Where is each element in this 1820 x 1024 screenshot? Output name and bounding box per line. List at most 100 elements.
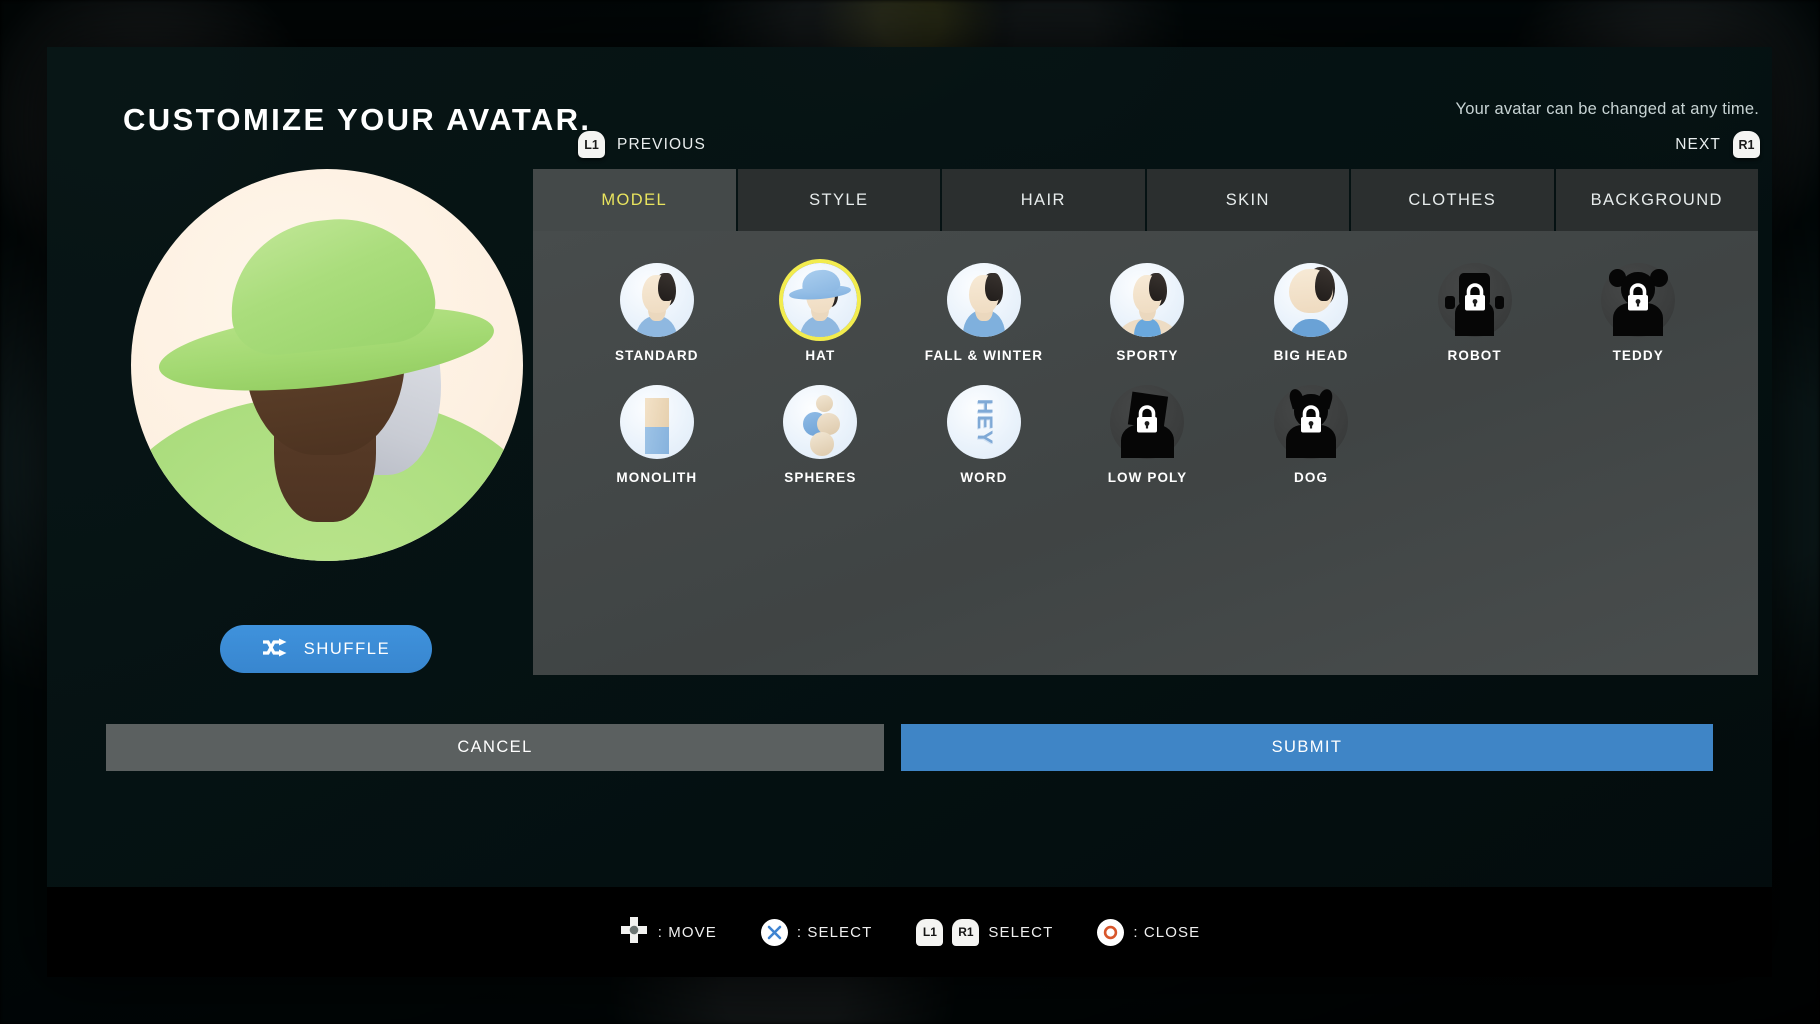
model-option-label: DOG bbox=[1294, 470, 1328, 485]
cross-button-icon bbox=[761, 919, 788, 946]
tab-label: BACKGROUND bbox=[1591, 191, 1723, 210]
model-option-hat[interactable]: HAT bbox=[739, 263, 903, 363]
model-thumbnail-locked bbox=[1601, 263, 1675, 337]
lock-icon bbox=[1298, 405, 1324, 440]
model-option-label: ROBOT bbox=[1448, 348, 1502, 363]
submit-button[interactable]: SUBMIT bbox=[901, 724, 1713, 771]
thumb-tank-top bbox=[1134, 319, 1161, 337]
next-category-button[interactable]: NEXT R1 bbox=[1675, 131, 1760, 158]
thumb-hat-crown bbox=[801, 268, 840, 293]
model-thumbnail bbox=[783, 385, 857, 459]
page-title: CUSTOMIZE YOUR AVATAR. bbox=[123, 102, 591, 138]
model-option-label: FALL & WINTER bbox=[925, 348, 1043, 363]
model-option-low-poly[interactable]: LOW POLY bbox=[1066, 385, 1230, 485]
avatar-customization-dialog: CUSTOMIZE YOUR AVATAR. Your avatar can b… bbox=[47, 47, 1772, 977]
thumb-sphere-4 bbox=[810, 432, 834, 456]
tab-hair[interactable]: HAIR bbox=[942, 169, 1145, 231]
r1-key-icon-hint: R1 bbox=[952, 919, 979, 946]
thumb-hair-front bbox=[1149, 273, 1165, 301]
model-option-fall-winter[interactable]: FALL & WINTER bbox=[902, 263, 1066, 363]
avatar-hat-crown bbox=[223, 210, 439, 360]
model-option-teddy[interactable]: TEDDY bbox=[1556, 263, 1720, 363]
model-option-dog[interactable]: DOG bbox=[1229, 385, 1393, 485]
next-label: NEXT bbox=[1675, 136, 1721, 154]
tab-label: STYLE bbox=[809, 191, 868, 210]
model-option-label: HAT bbox=[805, 348, 835, 363]
model-grid-panel: STANDARD HAT FALL & WINTER SPORTY BIG HEAD RO… bbox=[533, 231, 1758, 675]
model-option-sporty[interactable]: SPORTY bbox=[1066, 263, 1230, 363]
model-thumbnail bbox=[947, 263, 1021, 337]
cancel-button[interactable]: CANCEL bbox=[106, 724, 884, 771]
thumb-word-text: HEY bbox=[972, 399, 996, 445]
hint-move: : MOVE bbox=[619, 915, 717, 950]
l1-key-icon-hint: L1 bbox=[916, 919, 943, 946]
category-tabs: MODEL STYLE HAIR SKIN CLOTHES BACKGROUND bbox=[533, 169, 1758, 231]
shuffle-icon bbox=[262, 638, 288, 660]
lock-icon bbox=[1625, 283, 1651, 318]
model-thumbnail-locked bbox=[1110, 385, 1184, 459]
thumb-hair-front bbox=[658, 273, 674, 301]
tab-style[interactable]: STYLE bbox=[738, 169, 941, 231]
l1-key-icon: L1 bbox=[578, 131, 605, 158]
model-option-big-head[interactable]: BIG HEAD bbox=[1229, 263, 1393, 363]
controller-hint-bar: : MOVE : SELECT L1 R1 SELECT : CLOSE bbox=[47, 887, 1772, 977]
lock-icon bbox=[1134, 405, 1160, 440]
model-option-label: MONOLITH bbox=[616, 470, 697, 485]
avatar-preview bbox=[131, 169, 523, 561]
model-option-label: TEDDY bbox=[1613, 348, 1664, 363]
robot-silhouette-arm-left bbox=[1445, 296, 1455, 309]
avatar-change-note: Your avatar can be changed at any time. bbox=[1456, 100, 1759, 119]
shuffle-label: SHUFFLE bbox=[304, 640, 390, 659]
model-option-label: STANDARD bbox=[615, 348, 699, 363]
model-option-label: LOW POLY bbox=[1108, 470, 1188, 485]
hint-close-label: : CLOSE bbox=[1133, 924, 1200, 941]
previous-label: PREVIOUS bbox=[617, 136, 706, 154]
model-option-label: WORD bbox=[960, 470, 1007, 485]
hint-shoulder-select: L1 R1 SELECT bbox=[916, 919, 1053, 946]
thumb-sphere-1 bbox=[816, 395, 833, 412]
tab-label: HAIR bbox=[1021, 191, 1066, 210]
tab-label: CLOTHES bbox=[1408, 191, 1496, 210]
tab-label: SKIN bbox=[1226, 191, 1270, 210]
hint-select-label: : SELECT bbox=[797, 924, 873, 941]
model-thumbnail bbox=[783, 263, 857, 337]
model-option-label: SPORTY bbox=[1116, 348, 1178, 363]
hint-close-circle: : CLOSE bbox=[1097, 919, 1200, 946]
thumb-hair-front bbox=[1315, 269, 1334, 302]
model-option-robot[interactable]: ROBOT bbox=[1393, 263, 1557, 363]
model-option-spheres[interactable]: SPHERES bbox=[739, 385, 903, 485]
hint-select-cross: : SELECT bbox=[761, 919, 873, 946]
thumb-monolith-top bbox=[645, 398, 669, 428]
hint-move-label: : MOVE bbox=[658, 924, 717, 941]
tab-skin[interactable]: SKIN bbox=[1147, 169, 1350, 231]
shuffle-button[interactable]: SHUFFLE bbox=[220, 625, 432, 673]
thumb-body bbox=[1290, 319, 1331, 337]
model-thumbnail-locked bbox=[1438, 263, 1512, 337]
previous-category-button[interactable]: L1 PREVIOUS bbox=[578, 131, 706, 158]
model-option-standard[interactable]: STANDARD bbox=[575, 263, 739, 363]
tab-clothes[interactable]: CLOTHES bbox=[1351, 169, 1554, 231]
model-option-label: SPHERES bbox=[784, 470, 856, 485]
dialog-action-buttons: CANCEL SUBMIT bbox=[106, 724, 1713, 771]
thumb-word: HEY bbox=[947, 385, 1021, 459]
model-thumbnail bbox=[620, 263, 694, 337]
circle-button-icon bbox=[1097, 919, 1124, 946]
thumb-monolith-bottom bbox=[645, 427, 669, 454]
lock-icon bbox=[1462, 283, 1488, 318]
dpad-icon bbox=[619, 915, 649, 950]
tab-label: MODEL bbox=[601, 191, 667, 210]
model-option-word[interactable]: HEY WORD bbox=[902, 385, 1066, 485]
model-option-monolith[interactable]: MONOLITH bbox=[575, 385, 739, 485]
tab-model[interactable]: MODEL bbox=[533, 169, 736, 231]
thumb-hair-front bbox=[985, 273, 1001, 301]
model-option-label: BIG HEAD bbox=[1274, 348, 1349, 363]
model-thumbnail: HEY bbox=[947, 385, 1021, 459]
model-thumbnail bbox=[1110, 263, 1184, 337]
model-grid: STANDARD HAT FALL & WINTER SPORTY BIG HEAD RO… bbox=[575, 263, 1720, 485]
r1-key-icon: R1 bbox=[1733, 131, 1760, 158]
tab-background[interactable]: BACKGROUND bbox=[1556, 169, 1759, 231]
model-thumbnail bbox=[620, 385, 694, 459]
model-thumbnail bbox=[1274, 263, 1348, 337]
robot-silhouette-arm-right bbox=[1495, 296, 1505, 309]
model-thumbnail-locked bbox=[1274, 385, 1348, 459]
